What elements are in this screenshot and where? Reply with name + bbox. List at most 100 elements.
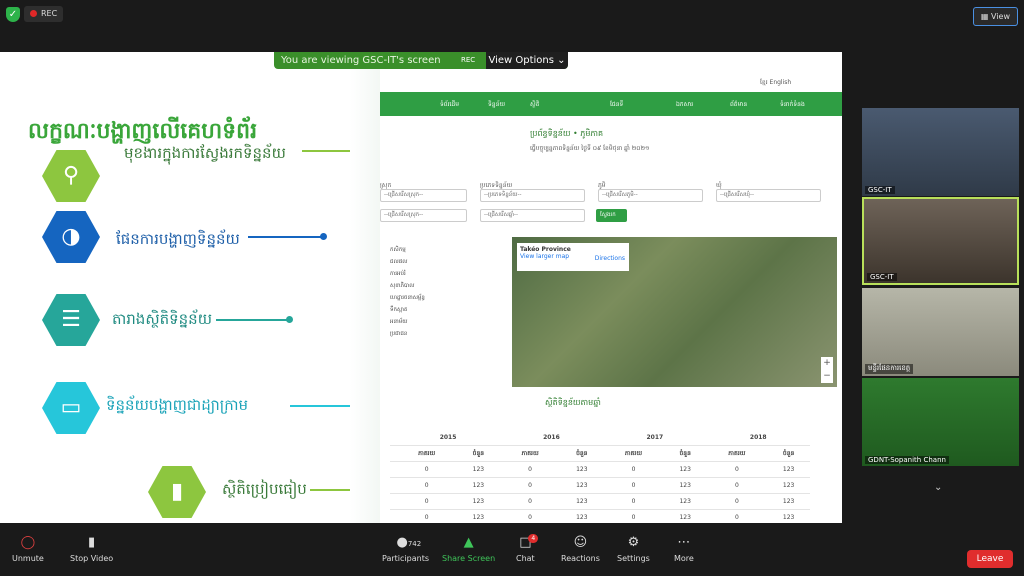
- participant-video[interactable]: GSC-IT: [862, 108, 1019, 196]
- sub-header: ភាគរយ: [396, 445, 458, 462]
- unmute-button[interactable]: ◯ Unmute: [12, 535, 44, 564]
- video-camera-icon: ▮: [88, 535, 96, 550]
- province-map[interactable]: Takéo Province View larger map Direction…: [512, 237, 837, 387]
- view-button[interactable]: ▦ View: [972, 7, 1018, 26]
- more-button[interactable]: ⋯ More: [674, 535, 694, 564]
- feature-line: [248, 236, 322, 238]
- nav-item[interactable]: ទំនាក់ទំនង: [780, 100, 805, 109]
- table-row: 0 123 0 123 0 123 0 123: [390, 493, 810, 510]
- search-button[interactable]: ស្វែងរក: [596, 209, 627, 222]
- tree-item[interactable]: សុខាភិបាល: [390, 282, 500, 290]
- sub-header: ចំនួន: [457, 445, 500, 462]
- nav-item[interactable]: ផែនទី: [610, 100, 623, 109]
- feature-label: ស្ថិតិប្រៀបធៀប: [222, 480, 307, 498]
- meeting-toolbar: ◯ Unmute ▮ Stop Video ●742 Participants ▲ Sh…: [0, 532, 1024, 576]
- sub-header: ភាគរយ: [603, 445, 664, 462]
- website-nav: ទំព័រដើម ទិន្នន័យ ស្ថិតិ ផែនទី ឯកសារ ព័ត…: [380, 92, 842, 116]
- stop-video-button[interactable]: ▮ Stop Video: [70, 535, 113, 564]
- recording-indicator[interactable]: REC: [24, 6, 64, 22]
- nav-item[interactable]: ស្ថិតិ: [530, 100, 540, 109]
- view-options-button[interactable]: View Options ⌄: [486, 52, 568, 69]
- globe-icon: ◑: [42, 211, 100, 263]
- reactions-button[interactable]: ☺ Reactions: [561, 536, 600, 564]
- chat-badge: 4: [528, 534, 539, 543]
- feature-label: ទិន្នន័យបង្ហាញជាដ្យាក្រាម: [106, 396, 249, 414]
- chat-icon: □ 4: [516, 534, 539, 550]
- year-header: 2015: [396, 430, 500, 446]
- year-header: 2016: [499, 430, 604, 446]
- data-type-select[interactable]: --ប្រភេទទិន្នន័យ--: [480, 189, 585, 202]
- zoom-control[interactable]: + −: [821, 357, 833, 383]
- nav-item[interactable]: ឯកសារ: [676, 100, 693, 109]
- participant-name: មន្ទីរផែនការខេត្ត: [865, 364, 914, 374]
- gear-icon: ⚙: [627, 535, 640, 550]
- participant-name: GDNT-Sopanith Chann: [865, 456, 949, 464]
- settings-button[interactable]: ⚙ Settings: [617, 535, 650, 564]
- year-header: 2017: [603, 430, 707, 446]
- tree-item[interactable]: កសិកម្ម: [390, 246, 500, 254]
- sub-header: ភាគរយ: [499, 445, 561, 462]
- notepad-icon: ☰: [42, 294, 100, 346]
- table-row: 0 123 0 123 0 123 0 123: [390, 461, 810, 478]
- sub-header: ចំនួន: [767, 445, 810, 462]
- participants-button[interactable]: ●742 Participants: [382, 535, 429, 564]
- village-select[interactable]: --ជ្រើសរើសភូមិ--: [598, 189, 703, 202]
- sub-header: ចំនួន: [663, 445, 707, 462]
- website-view: ខ្មែរ English ទំព័រដើម ទិន្នន័យ ស្ថិតិ ផ…: [380, 52, 842, 523]
- feature-label: ផែនការបង្ហាញទិន្នន័យ: [116, 230, 240, 248]
- leave-button[interactable]: Leave: [967, 550, 1013, 568]
- map-info-card: Takéo Province View larger map Direction…: [517, 243, 629, 271]
- feature-dot: [320, 233, 327, 240]
- website-title: ប្រព័ន្ធទិន្នន័យ • ភូមិភាគ: [530, 129, 604, 138]
- language-switch[interactable]: ខ្មែរ English: [760, 78, 791, 87]
- participant-name: GSC-IT: [867, 273, 897, 281]
- banner-rec: REC: [461, 56, 476, 64]
- directions-link[interactable]: Directions: [595, 255, 625, 262]
- tree-item[interactable]: ការអប់រំ: [390, 270, 500, 278]
- tree-item[interactable]: ជលផល: [390, 258, 500, 266]
- filter-panel: ស្រុក ប្រភេទទិន្នន័យ ភូមិ ឃុំ --ជ្រើសរើស…: [380, 177, 842, 237]
- participants-icon: ●742: [396, 535, 422, 550]
- share-message: You are viewing GSC-IT's screen: [281, 55, 441, 66]
- update-date: ធ្វើបច្ចុប្បន្នភាពទិន្នន័យ ថ្ងៃទី ០៩ ខែម…: [530, 145, 650, 152]
- participant-video-active[interactable]: GSC-IT: [862, 197, 1019, 285]
- chevron-down-icon[interactable]: ⌄: [934, 482, 942, 493]
- screen-share-banner: You are viewing GSC-IT's screen REC View…: [274, 52, 568, 69]
- district-select-2[interactable]: --ជ្រើសរើសស្រុក--: [380, 209, 467, 222]
- search-icon: ⚲: [42, 150, 100, 202]
- year-select[interactable]: --ជ្រើសរើសឆ្នាំ--: [480, 209, 585, 222]
- map-title: Takéo Province: [520, 246, 571, 253]
- view-larger-map-link[interactable]: View larger map: [520, 253, 569, 260]
- feature-label: តារាងស្ថិតិទិន្នន័យ: [112, 310, 212, 328]
- district-select[interactable]: --ជ្រើសរើសស្រុក--: [380, 189, 467, 202]
- feature-line: [216, 319, 288, 321]
- tree-item[interactable]: អនាម័យ: [390, 318, 500, 326]
- table-row: 0 123 0 123 0 123 0 123: [390, 509, 810, 523]
- nav-item[interactable]: ទិន្នន័យ: [488, 100, 505, 109]
- bar-chart-icon: ▮: [148, 466, 206, 518]
- table-row: 0 123 0 123 0 123 0 123: [390, 477, 810, 494]
- sub-header: ចំនួន: [560, 445, 604, 462]
- participant-video[interactable]: មន្ទីរផែនការខេត្ត: [862, 288, 1019, 376]
- feature-label: មុខងារក្នុងការស្វែងរកទិន្នន័យ: [124, 144, 286, 162]
- microphone-muted-icon: ◯: [20, 535, 36, 550]
- tree-item[interactable]: ហេដ្ឋារចនាសម្ព័ន្ធ: [390, 294, 500, 302]
- record-dot-icon: [30, 10, 37, 17]
- year-header: 2018: [706, 430, 810, 446]
- tree-item[interactable]: ប្រជាជន: [390, 330, 500, 338]
- commune-select[interactable]: --ជ្រើសរើសឃុំ--: [716, 189, 821, 202]
- nav-item[interactable]: ព័ត៌មាន: [730, 100, 747, 109]
- more-dots-icon: ⋯: [677, 535, 691, 550]
- shield-icon[interactable]: ✓: [6, 7, 20, 22]
- participant-name: GSC-IT: [865, 186, 895, 194]
- share-screen-button[interactable]: ▲ Share Screen: [442, 536, 495, 564]
- nav-item[interactable]: ទំព័រដើម: [440, 100, 459, 109]
- feature-dot: [286, 316, 293, 323]
- chat-button[interactable]: □ 4 Chat: [516, 534, 539, 563]
- participant-video[interactable]: GDNT-Sopanith Chann: [862, 378, 1019, 466]
- section-title: ស្ថិតិទិន្នន័យតាមឆ្នាំ: [545, 398, 601, 407]
- statistics-table: 2015 2016 2017 2018 ភាគរយ ចំនួន ភាគរយ ចំនួ…: [390, 430, 810, 523]
- sub-header: ភាគរយ: [706, 445, 768, 462]
- tree-item[interactable]: ទឹកស្អាត: [390, 306, 500, 314]
- meeting-top-bar: ✓ REC ▦ View: [0, 0, 1024, 30]
